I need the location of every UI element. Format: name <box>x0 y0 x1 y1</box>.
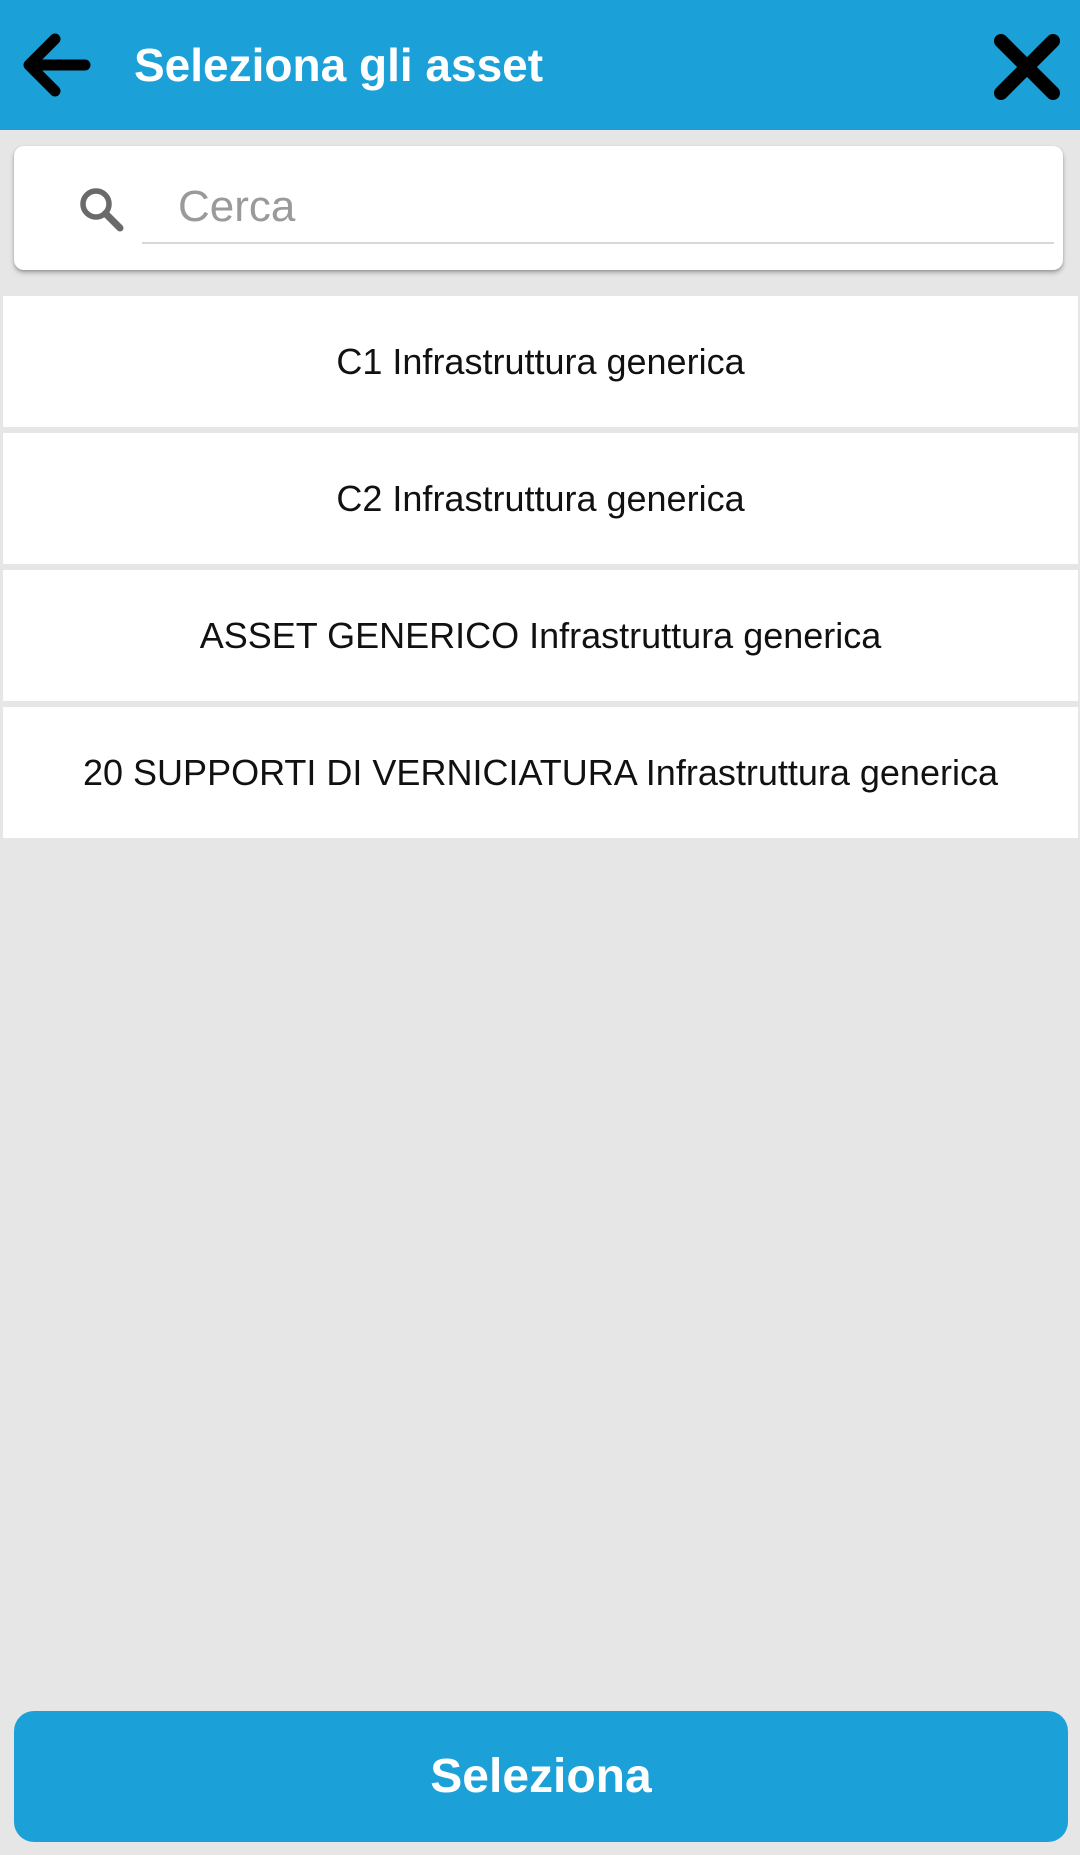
close-button[interactable] <box>982 22 1072 112</box>
list-item[interactable]: ASSET GENERICO Infrastruttura generica <box>3 570 1078 701</box>
search-input[interactable] <box>142 172 1054 244</box>
asset-list: C1 Infrastruttura generica C2 Infrastrut… <box>3 296 1078 844</box>
app-header: Seleziona gli asset <box>0 0 1080 130</box>
arrow-back-icon <box>23 33 91 97</box>
select-button[interactable]: Seleziona <box>14 1711 1068 1842</box>
list-item[interactable]: 20 SUPPORTI DI VERNICIATURA Infrastruttu… <box>3 707 1078 838</box>
search-bar <box>14 146 1063 270</box>
page-title: Seleziona gli asset <box>134 39 544 91</box>
search-icon <box>80 188 124 232</box>
list-item[interactable]: C2 Infrastruttura generica <box>3 433 1078 564</box>
list-item[interactable]: C1 Infrastruttura generica <box>3 296 1078 427</box>
back-button[interactable] <box>12 22 98 108</box>
close-icon <box>994 34 1060 100</box>
